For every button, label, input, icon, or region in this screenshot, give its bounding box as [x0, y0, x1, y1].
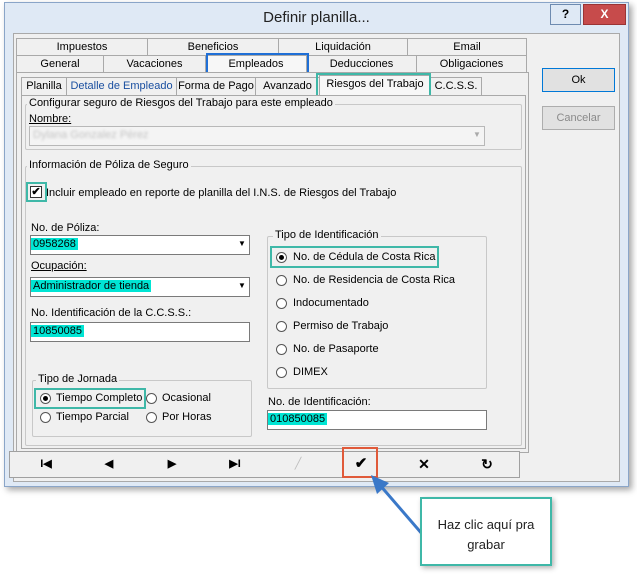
radio-tiempo-parcial[interactable]	[40, 412, 51, 423]
ccss-label: No. Identificación de la C.C.S.S.:	[31, 307, 192, 319]
por-horas-label: Por Horas	[162, 411, 212, 423]
no-poliza-value: 0958268	[31, 238, 78, 250]
no-poliza-label: No. de Póliza:	[31, 222, 100, 234]
radio-por-horas[interactable]	[146, 412, 157, 423]
include-label: Incluir empleado en reporte de planilla …	[46, 187, 397, 199]
radio-indocumentado[interactable]	[276, 298, 287, 309]
radio-permiso-trabajo[interactable]	[276, 321, 287, 332]
refresh-icon[interactable]: ↻	[457, 454, 517, 474]
empleados-panel: Planilla Detalle de Empleado Forma de Pa…	[16, 72, 529, 453]
pasaporte-label: No. de Pasaporte	[293, 343, 379, 355]
no-identificacion-value: 010850085	[268, 413, 328, 425]
riesgos-panel: Configurar seguro de Riesgos del Trabajo…	[21, 95, 526, 449]
nombre-value: Dylana Gonzalez Pérez	[33, 129, 149, 141]
radio-dimex[interactable]	[276, 367, 287, 378]
first-record-icon[interactable]: I◀	[16, 454, 76, 474]
indocumentado-label: Indocumentado	[293, 297, 369, 309]
tab-email[interactable]: Email	[407, 38, 527, 56]
ocupacion-value: Administrador de tienda	[31, 280, 152, 292]
chevron-down-icon: ▼	[473, 130, 481, 139]
highlight-include-checkbox	[26, 182, 47, 202]
radio-ocasional[interactable]	[146, 393, 157, 404]
tiempo-parcial-label: Tiempo Parcial	[56, 411, 129, 423]
navigation-toolbar: I◀ ◀ ▶ ▶I ╱ ✔ ✕ ↻	[9, 451, 520, 478]
subtab-forma-pago[interactable]: Forma de Pago	[176, 77, 256, 96]
ccss-input[interactable]: 10850085	[30, 322, 250, 342]
edit-icon[interactable]: ╱	[268, 454, 328, 474]
highlight-tiempo-completo	[34, 388, 146, 409]
next-record-icon[interactable]: ▶	[142, 454, 202, 474]
subtab-avanzado[interactable]: Avanzado	[255, 77, 320, 96]
tab-vacaciones[interactable]: Vacaciones	[103, 55, 206, 73]
ocasional-label: Ocasional	[162, 392, 211, 404]
close-button[interactable]: X	[583, 4, 626, 25]
ccss-value: 10850085	[31, 325, 84, 337]
dialog-window: Definir planilla... ? X Impuestos Benefi…	[4, 2, 629, 487]
callout-text: Haz clic aquí pra grabar	[437, 517, 535, 552]
nombre-label: Nombre:	[29, 113, 72, 125]
residencia-label: No. de Residencia de Costa Rica	[293, 274, 456, 286]
configurar-seguro-legend: Configurar seguro de Riesgos del Trabajo…	[27, 97, 335, 109]
chevron-down-icon: ▼	[238, 239, 246, 248]
cancel-button[interactable]: Cancelar	[542, 106, 615, 130]
callout-box: Haz clic aquí pra grabar	[420, 497, 552, 566]
highlight-riesgos-tab	[316, 73, 431, 97]
tab-deducciones[interactable]: Deducciones	[306, 55, 417, 73]
poliza-legend: Información de Póliza de Seguro	[27, 159, 191, 171]
radio-pasaporte[interactable]	[276, 344, 287, 355]
tab-impuestos[interactable]: Impuestos	[16, 38, 148, 56]
ok-button[interactable]: Ok	[542, 68, 615, 92]
no-identificacion-label: No. de Identificación:	[268, 396, 371, 408]
window-title: Definir planilla...	[263, 9, 370, 26]
chevron-down-icon: ▼	[238, 281, 246, 290]
nombre-select[interactable]: Dylana Gonzalez Pérez ▼	[29, 126, 485, 146]
no-identificacion-input[interactable]: 010850085	[267, 410, 487, 430]
dimex-label: DIMEX	[293, 366, 328, 378]
permiso-trabajo-label: Permiso de Trabajo	[293, 320, 389, 332]
help-button[interactable]: ?	[550, 4, 581, 25]
radio-residencia[interactable]	[276, 275, 287, 286]
jornada-legend: Tipo de Jornada	[36, 373, 120, 385]
ocupacion-select[interactable]: Administrador de tienda ▼	[30, 277, 250, 297]
last-record-icon[interactable]: ▶I	[205, 454, 265, 474]
subtab-detalle-empleado[interactable]: Detalle de Empleado	[66, 77, 177, 96]
subtab-ccss[interactable]: C.C.S.S.	[430, 77, 482, 96]
no-poliza-select[interactable]: 0958268 ▼	[30, 235, 250, 255]
previous-record-icon[interactable]: ◀	[79, 454, 139, 474]
subtab-planilla[interactable]: Planilla	[21, 77, 67, 96]
identificacion-legend: Tipo de Identificación	[273, 229, 381, 241]
dialog-client: Impuestos Beneficios Liquidación Email G…	[13, 33, 620, 482]
ocupacion-label: Ocupación:	[31, 260, 87, 272]
tab-obligaciones[interactable]: Obligaciones	[416, 55, 527, 73]
highlight-cedula	[270, 246, 439, 268]
tab-general[interactable]: General	[16, 55, 104, 73]
